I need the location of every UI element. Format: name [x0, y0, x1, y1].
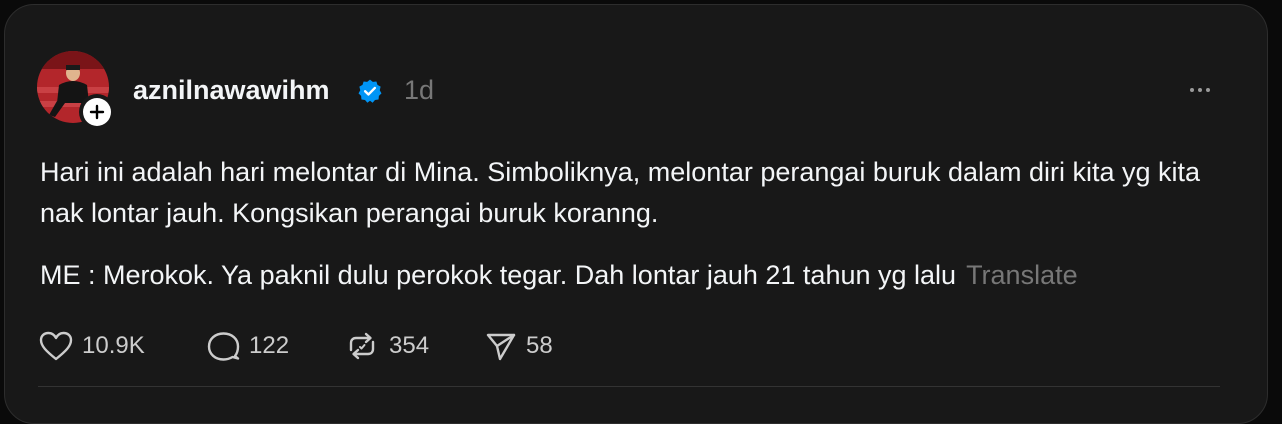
verified-badge-icon [358, 79, 382, 103]
like-count: 10.9K [82, 332, 145, 359]
divider [38, 386, 1220, 387]
username[interactable]: aznilnawawihm [133, 74, 330, 106]
heart-icon [39, 331, 73, 361]
comment-button[interactable]: 122 [205, 330, 289, 362]
translate-link[interactable]: Translate [966, 260, 1078, 290]
share-count: 58 [526, 332, 553, 359]
more-dot-icon [1190, 88, 1194, 92]
plus-icon [89, 104, 105, 120]
repost-count: 354 [389, 332, 430, 359]
more-dot-icon [1198, 88, 1202, 92]
comment-count: 122 [249, 332, 290, 359]
follow-button[interactable] [79, 94, 115, 130]
repost-icon [349, 332, 375, 360]
send-icon [486, 333, 516, 361]
post-text-line: ME : Merokok. Ya paknil dulu perokok teg… [40, 260, 957, 290]
more-options-button[interactable] [1184, 80, 1216, 100]
post-text-paragraph: ME : Merokok. Ya paknil dulu perokok teg… [40, 255, 1220, 296]
post-timestamp: 1d [404, 75, 435, 105]
post-text-paragraph: Hari ini adalah hari melontar di Mina. S… [40, 157, 1201, 228]
comment-bubble-icon [207, 332, 240, 361]
repost-button[interactable]: 354 [343, 330, 429, 362]
like-button[interactable]: 10.9K [38, 330, 145, 362]
more-dot-icon [1206, 88, 1210, 92]
share-button[interactable]: 58 [484, 330, 553, 362]
